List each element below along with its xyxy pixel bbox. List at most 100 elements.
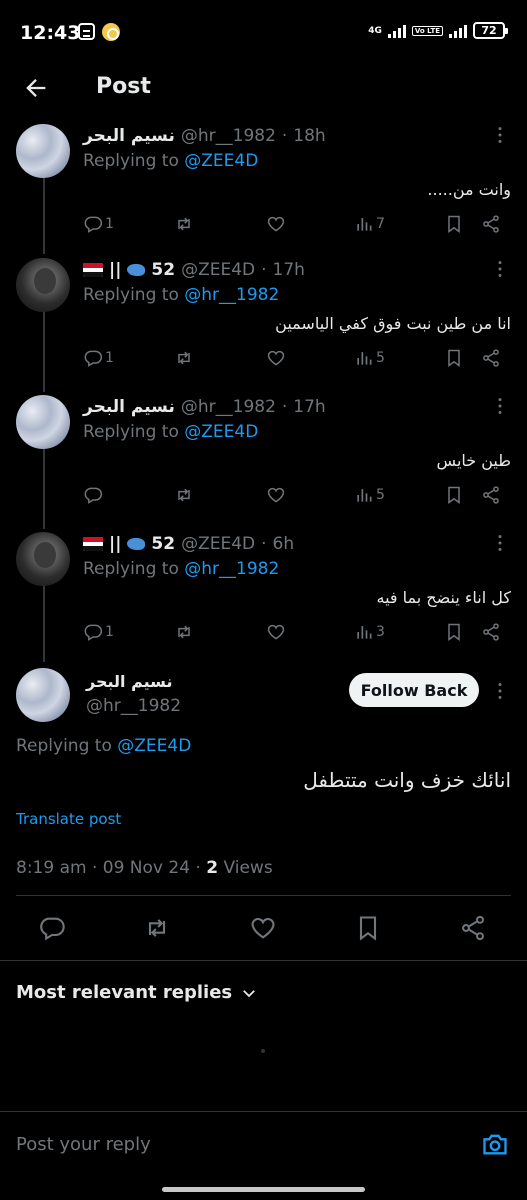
thread-tweet[interactable]: نسيم البحر @hr__1982 · 17h Replying to @ZEE4… <box>0 395 527 532</box>
mention-link[interactable]: @hr__1982 <box>184 559 279 579</box>
reply-button[interactable] <box>38 914 68 944</box>
more-options-icon[interactable] <box>489 680 511 702</box>
main-post-text: انائك خزف وانت متتطفل <box>303 768 511 792</box>
more-options-icon[interactable] <box>489 532 511 554</box>
heart-icon <box>251 917 275 939</box>
avatar[interactable] <box>16 395 70 449</box>
reply-button[interactable]: 1 <box>83 348 114 368</box>
like-button[interactable] <box>266 348 288 368</box>
reply-button[interactable]: 1 <box>83 622 114 642</box>
reply-bar <box>0 1112 527 1180</box>
author-name[interactable]: 52 <box>151 260 175 280</box>
more-options-icon[interactable] <box>489 258 511 280</box>
avatar[interactable] <box>16 124 70 178</box>
views-button[interactable]: 3 <box>354 622 385 642</box>
home-indicator[interactable] <box>162 1187 365 1192</box>
like-button[interactable] <box>266 485 288 505</box>
views-icon <box>357 352 372 365</box>
views-button[interactable]: 5 <box>354 348 385 368</box>
status-indicators: 4G Vo LTE 72 <box>368 22 508 39</box>
thread-tweet[interactable]: || 52 @ZEE4D · 17h Replying to @hr__1982 انا م… <box>0 258 527 395</box>
mention-link[interactable]: @ZEE4D <box>184 422 258 442</box>
camera-button[interactable] <box>481 1130 511 1160</box>
tweet-text: طين خايس <box>436 451 511 470</box>
views-button[interactable]: 5 <box>354 485 385 505</box>
status-bar: 12:43 4G Vo LTE 72 <box>0 0 527 64</box>
mention-link[interactable]: @ZEE4D <box>184 151 258 171</box>
repost-button[interactable] <box>174 214 194 234</box>
follow-back-button[interactable]: Follow Back <box>349 673 479 707</box>
repost-icon <box>178 217 190 231</box>
main-action-bar <box>0 914 527 944</box>
like-button[interactable] <box>266 214 288 234</box>
main-author-name[interactable]: نسيم البحر <box>86 672 172 691</box>
repost-button[interactable] <box>174 348 194 368</box>
divider <box>0 960 527 961</box>
bookmark-button[interactable] <box>354 914 384 944</box>
reply-icon <box>40 917 65 941</box>
reply-count: 1 <box>105 350 114 366</box>
replying-to: Replying to @ZEE4D <box>83 151 258 171</box>
reply-icon <box>84 216 103 233</box>
camera-icon <box>483 1134 507 1155</box>
heart-icon <box>267 350 285 366</box>
avatar[interactable] <box>16 532 70 586</box>
like-button[interactable] <box>266 622 288 642</box>
mention-link[interactable]: @hr__1982 <box>184 285 279 305</box>
reply-input[interactable] <box>16 1134 416 1155</box>
capcut-icon <box>78 23 95 40</box>
author-name[interactable]: نسيم البحر <box>83 126 175 146</box>
views-count: 3 <box>376 624 385 640</box>
reply-button[interactable] <box>83 485 105 505</box>
more-options-icon[interactable] <box>489 395 511 417</box>
tweet-time: 18h <box>293 126 326 146</box>
arrow-left-icon <box>26 79 46 97</box>
share-button[interactable] <box>459 914 489 944</box>
share-icon <box>483 215 499 233</box>
sort-replies-dropdown[interactable]: Most relevant replies <box>16 982 258 1003</box>
more-options-icon[interactable] <box>489 124 511 146</box>
network-type: 4G <box>368 25 382 36</box>
tweet-time: 17h <box>293 397 326 417</box>
like-button[interactable] <box>249 914 279 944</box>
share-button[interactable] <box>481 348 501 368</box>
thread-tweet[interactable]: || 52 @ZEE4D · 6h Replying to @hr__1982 كل انا… <box>0 532 527 669</box>
repost-button[interactable] <box>143 914 173 944</box>
bookmark-icon <box>448 215 460 233</box>
avatar[interactable] <box>16 668 70 722</box>
author-handle: @hr__1982 <box>180 397 276 417</box>
bookmark-button[interactable] <box>444 214 464 234</box>
views-count: 5 <box>376 487 385 503</box>
whale-icon <box>127 264 146 276</box>
bookmark-button[interactable] <box>444 348 464 368</box>
back-button[interactable] <box>18 72 58 104</box>
translate-post-link[interactable]: Translate post <box>16 810 121 828</box>
bookmark-button[interactable] <box>444 622 464 642</box>
bookmark-button[interactable] <box>444 485 464 505</box>
views-label: Views <box>218 858 273 878</box>
repost-button[interactable] <box>174 485 194 505</box>
reply-icon <box>84 487 103 504</box>
divider <box>16 895 511 896</box>
iraq-flag-icon <box>83 537 103 551</box>
share-icon <box>483 486 499 504</box>
page-title: Post <box>96 74 151 99</box>
share-button[interactable] <box>481 622 501 642</box>
repost-icon <box>178 351 190 365</box>
share-button[interactable] <box>481 485 501 505</box>
share-icon <box>483 623 499 641</box>
notification-app-icon <box>102 23 120 41</box>
iraq-flag-icon <box>83 263 103 277</box>
share-button[interactable] <box>481 214 501 234</box>
tweet-action-bar: 13 <box>83 622 507 646</box>
reply-button[interactable]: 1 <box>83 214 114 234</box>
author-name[interactable]: 52 <box>151 534 175 554</box>
views-button[interactable]: 7 <box>354 214 385 234</box>
avatar[interactable] <box>16 258 70 312</box>
main-author-handle[interactable]: @hr__1982 <box>86 696 181 716</box>
tweet-text: انا من طين نبت فوق كفي الياسمين <box>275 314 511 333</box>
thread-tweet[interactable]: نسيم البحر @hr__1982 · 18h Replying to @ZEE4… <box>0 124 527 261</box>
author-name[interactable]: نسيم البحر <box>83 397 175 417</box>
mention-link[interactable]: @ZEE4D <box>117 736 191 756</box>
repost-button[interactable] <box>174 622 194 642</box>
